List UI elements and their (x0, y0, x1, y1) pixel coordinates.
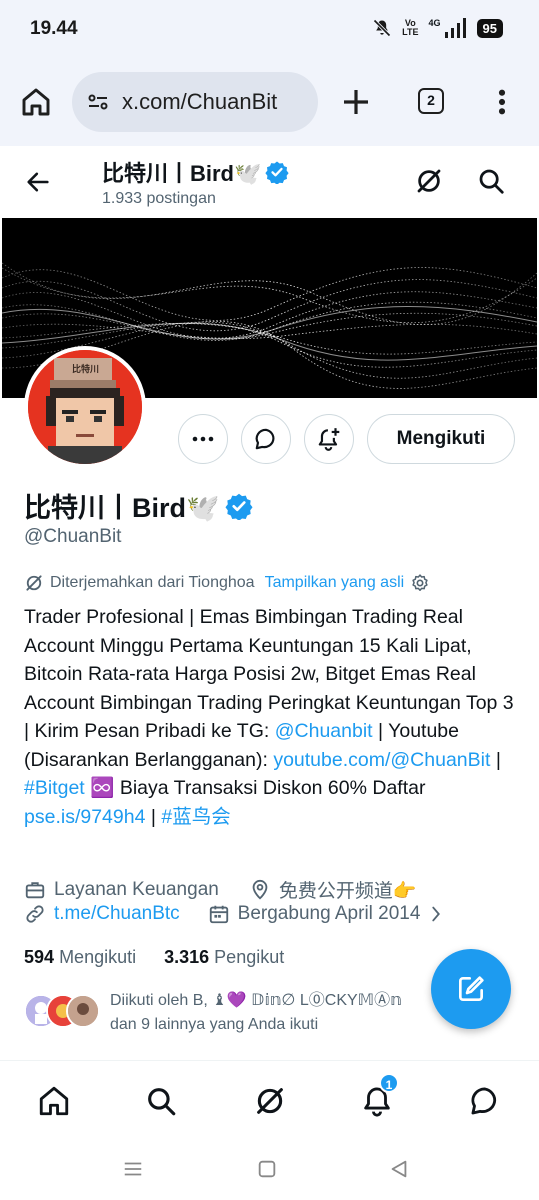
tab-switcher-button[interactable]: 2 (418, 88, 444, 114)
header-name: 比特川丨Bird🕊️ (102, 156, 290, 188)
bio-youtube-link[interactable]: youtube.com/@ChuanBit (273, 749, 490, 771)
show-original-link[interactable]: Tampilkan yang asli (265, 574, 405, 592)
compose-icon (455, 973, 487, 1005)
nav-messages[interactable] (465, 1081, 505, 1121)
system-navigation (0, 1140, 539, 1200)
site-settings-icon[interactable] (86, 90, 110, 114)
bottom-navigation: 1 (0, 1060, 539, 1140)
search-icon[interactable] (476, 166, 506, 196)
verified-badge-icon (225, 492, 253, 520)
translation-notice: Diterjemahkan dari Tionghoa Tampilkan ya… (24, 573, 430, 593)
back-arrow-icon[interactable] (24, 168, 52, 196)
home-icon (37, 1084, 71, 1118)
profile-join-date: Bergabung April 2014 (237, 903, 421, 924)
chevron-right-icon[interactable] (428, 903, 444, 925)
recents-icon[interactable] (122, 1158, 144, 1180)
search-icon (144, 1084, 178, 1118)
translation-settings-icon[interactable] (410, 573, 430, 593)
following-count-link[interactable]: 594 Mengikuti (24, 947, 136, 968)
ellipsis-icon (191, 435, 215, 443)
status-bar: 19.44 Vo LTE 4G 95 (0, 0, 539, 60)
grok-icon[interactable] (414, 166, 444, 196)
follower-avatar-3 (66, 994, 100, 1028)
bio-telegram-mention[interactable]: @Chuanbit (275, 720, 373, 742)
mute-icon (372, 18, 392, 38)
url-text: x.com/ChuanBit (122, 89, 278, 114)
avatar-cap-text: 比特川 (72, 364, 100, 374)
chat-bubble-icon (468, 1084, 502, 1118)
profile-name: 比特川丨Bird🕊️ (24, 486, 253, 525)
nav-grok[interactable] (250, 1081, 290, 1121)
status-time: 19.44 (30, 18, 78, 39)
profile-header-bar: 比特川丨Bird🕊️ 1.933 postingan (0, 146, 539, 218)
chat-bubble-icon (253, 426, 279, 452)
more-options-button[interactable] (178, 414, 228, 464)
profile-avatar[interactable]: 比特川 (24, 346, 146, 468)
notification-badge: 1 (379, 1073, 399, 1093)
followers-count-link[interactable]: 3.316 Pengikut (164, 947, 284, 968)
briefcase-icon (24, 879, 46, 901)
verified-badge-icon (265, 160, 290, 184)
bio-hashtag-bluebird[interactable]: #蓝鸟会 (161, 806, 230, 828)
battery-indicator: 95 (476, 18, 503, 38)
signal-icon: 4G (429, 18, 467, 38)
grok-icon (253, 1084, 287, 1118)
notify-button[interactable] (304, 414, 354, 464)
home-square-icon[interactable] (256, 1158, 278, 1180)
calendar-icon (208, 903, 230, 925)
nav-explore[interactable] (141, 1081, 181, 1121)
nav-notifications[interactable]: 1 (357, 1073, 399, 1121)
profile-handle: @ChuanBit (24, 526, 122, 547)
location-pin-icon (249, 879, 271, 901)
bell-plus-icon (316, 426, 342, 452)
compose-post-button[interactable] (431, 949, 511, 1029)
header-post-count: 1.933 postingan (102, 190, 216, 207)
profile-website-link[interactable]: t.me/ChuanBtc (54, 903, 180, 925)
new-tab-icon[interactable] (340, 86, 372, 118)
translated-label: Diterjemahkan dari Tionghoa (50, 574, 255, 591)
following-button[interactable]: Mengikuti (367, 414, 515, 464)
profile-bio: Trader Profesional | Emas Bimbingan Trad… (24, 606, 514, 828)
home-icon[interactable] (20, 86, 52, 118)
link-icon (24, 903, 46, 925)
back-triangle-icon[interactable] (388, 1158, 410, 1180)
profile-category: Layanan Keuangan (54, 878, 219, 900)
profile-location: 免费公开频道👉 (278, 881, 417, 902)
browser-toolbar: x.com/ChuanBit 2 (0, 60, 539, 146)
message-button[interactable] (241, 414, 291, 464)
address-bar[interactable]: x.com/ChuanBit (72, 72, 318, 132)
follow-counts: 594 Mengikuti 3.316 Pengikut (24, 947, 284, 968)
profile-meta-row-1: Layanan Keuangan 免费公开频道👉 (24, 876, 417, 903)
grok-icon (24, 573, 44, 593)
followed-by-text[interactable]: Diikuti oleh B, ♝💜 𝔻𝕚𝕟∅ L⓪CKY𝕄Ⓐ𝕟 dan 9 l… (110, 989, 440, 1037)
bio-hashtag-bitget[interactable]: #Bitget (24, 777, 85, 799)
profile-meta-row-2: t.me/ChuanBtc Bergabung April 2014 (24, 903, 444, 925)
status-icons: Vo LTE 4G 95 (372, 18, 503, 38)
volte-indicator: Vo LTE (402, 18, 419, 37)
bio-referral-link[interactable]: pse.is/9749h4 (24, 806, 145, 828)
nav-home[interactable] (34, 1081, 74, 1121)
more-menu-icon[interactable] (490, 86, 514, 118)
infinity-emoji: ♾️ (90, 777, 115, 799)
